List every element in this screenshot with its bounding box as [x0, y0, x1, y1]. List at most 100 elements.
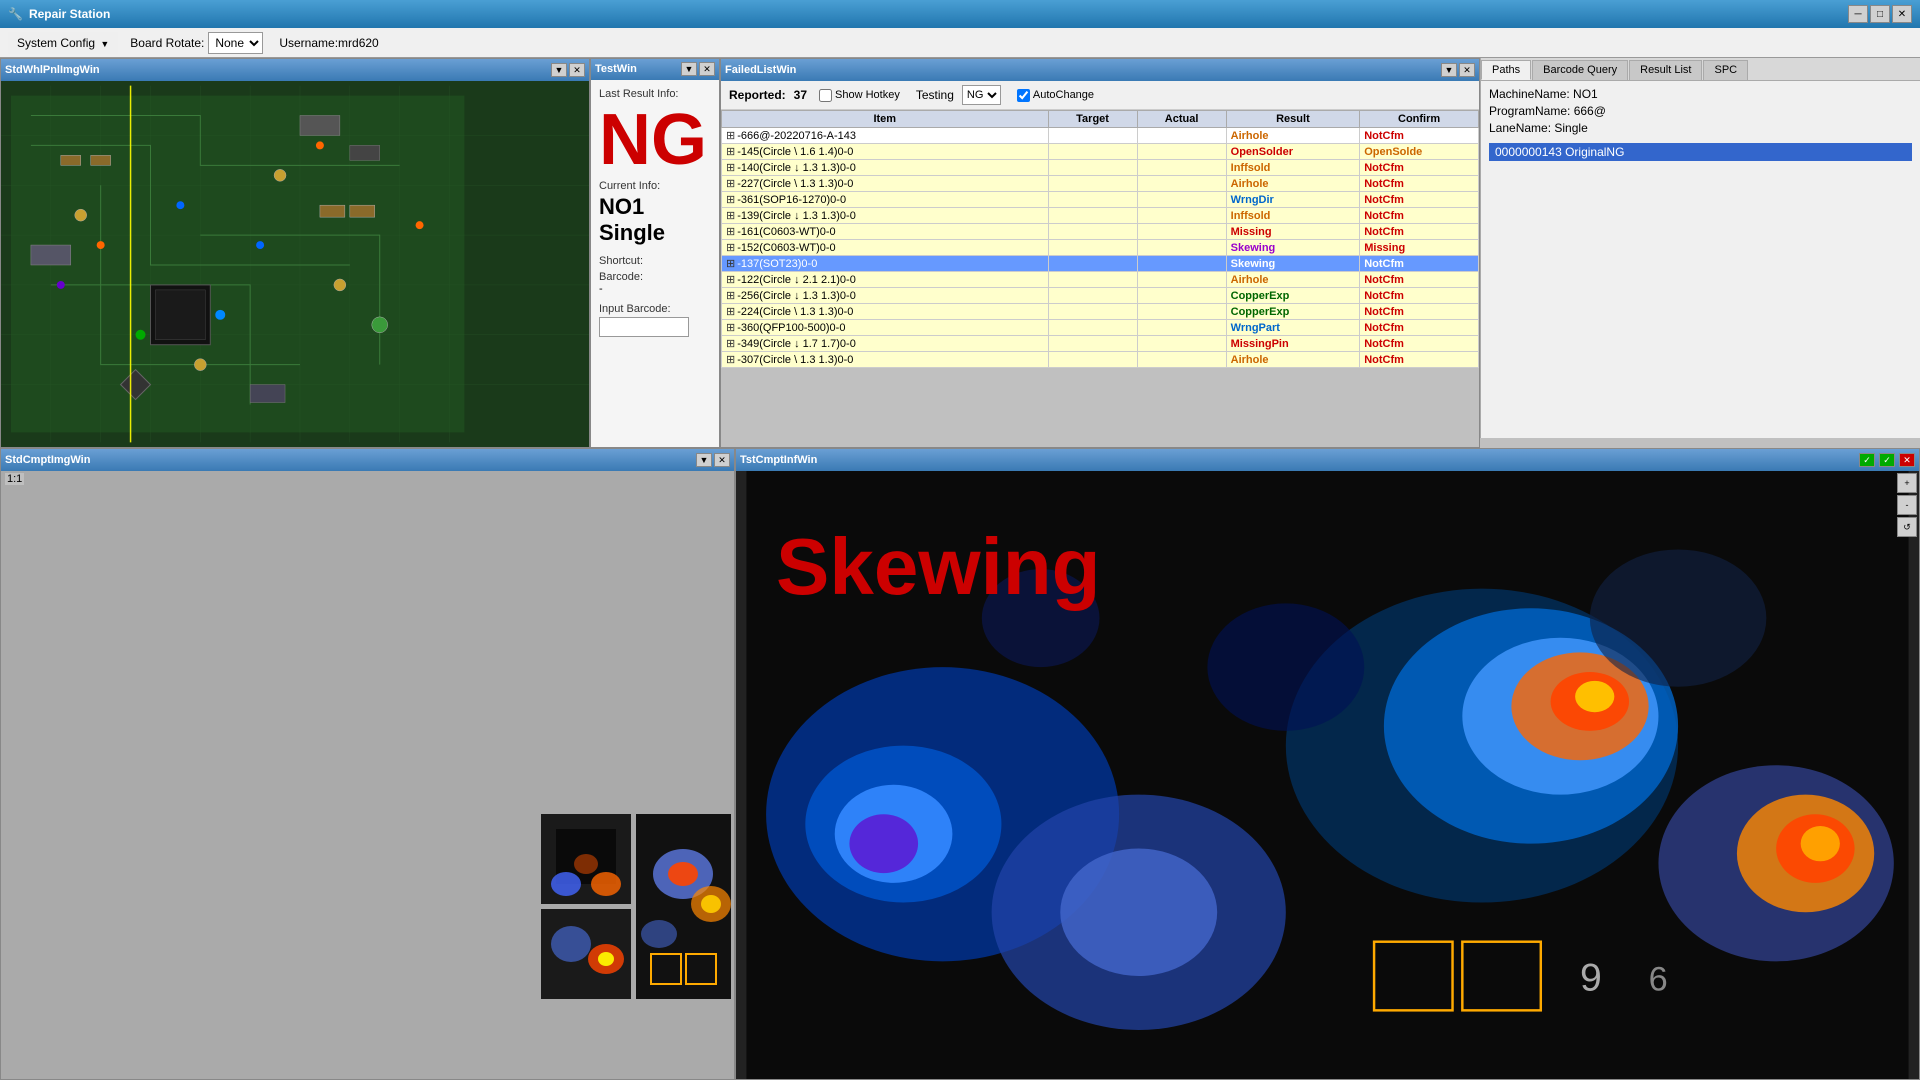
table-row[interactable]: ⊞-361(SOP16-1270)0-0 WrngDir NotCfm	[722, 192, 1479, 208]
table-row[interactable]: ⊞-349(Circle ↓ 1.7 1.7)0-0 MissingPin No…	[722, 336, 1479, 352]
show-hotkey-label[interactable]: Show Hotkey	[819, 89, 900, 102]
pcb-title-bar: StdWhlPnlImgWin ▼ ✕	[1, 59, 589, 81]
table-row[interactable]: ⊞-140(Circle ↓ 1.3 1.3)0-0 Inffsold NotC…	[722, 160, 1479, 176]
thermal-image-area[interactable]: 9 6 Skewing +	[736, 471, 1919, 1079]
row-result: CopperExp	[1226, 288, 1360, 304]
failed-table-body: ⊞-666@-20220716-A-143 Airhole NotCfm ⊞-1…	[722, 128, 1479, 368]
side-btn-2[interactable]: -	[1897, 495, 1917, 515]
table-row[interactable]: ⊞-227(Circle \ 1.3 1.3)0-0 Airhole NotCf…	[722, 176, 1479, 192]
table-row[interactable]: ⊞-152(C0603-WT)0-0 Skewing Missing	[722, 240, 1479, 256]
autochange-checkbox[interactable]	[1017, 89, 1030, 102]
autochange-label[interactable]: AutoChange	[1017, 89, 1094, 102]
row-item: ⊞-307(Circle \ 1.3 1.3)0-0	[722, 352, 1049, 368]
pcb-close[interactable]: ✕	[569, 63, 585, 77]
table-row[interactable]: ⊞-224(Circle \ 1.3 1.3)0-0 CopperExp Not…	[722, 304, 1479, 320]
failed-list-header: Reported: 37 Show Hotkey Testing NG OK A…	[721, 81, 1479, 110]
bottom-left-minimize[interactable]: ▼	[696, 453, 712, 467]
row-confirm: NotCfm	[1360, 192, 1479, 208]
table-row[interactable]: ⊞-139(Circle ↓ 1.3 1.3)0-0 Inffsold NotC…	[722, 208, 1479, 224]
tab-result-list[interactable]: Result List	[1629, 60, 1702, 80]
tab-barcode-query[interactable]: Barcode Query	[1532, 60, 1628, 80]
test-win-minimize[interactable]: ▼	[681, 62, 697, 76]
bottom-right-check2[interactable]: ✓	[1879, 453, 1895, 467]
menu-bar: System Config ▼ Board Rotate: None 90 18…	[0, 28, 1920, 58]
side-btn-3[interactable]: ↺	[1897, 517, 1917, 537]
bottom-left-close[interactable]: ✕	[714, 453, 730, 467]
thermal-svg: 9 6	[736, 471, 1919, 1079]
title-bar: 🔧 Repair Station ─ □ ✕	[0, 0, 1920, 28]
row-item: ⊞-361(SOP16-1270)0-0	[722, 192, 1049, 208]
bottom-left-title-bar: StdCmptImgWin ▼ ✕	[1, 449, 734, 471]
table-row[interactable]: ⊞-122(Circle ↓ 2.1 2.1)0-0 Airhole NotCf…	[722, 272, 1479, 288]
side-btn-1[interactable]: +	[1897, 473, 1917, 493]
current-info-label: Current Info:	[599, 180, 711, 192]
row-target	[1048, 352, 1137, 368]
pcb-content	[1, 81, 589, 447]
failed-list-close[interactable]: ✕	[1459, 63, 1475, 77]
failed-list-minimize[interactable]: ▼	[1441, 63, 1457, 77]
component-thumbnails	[541, 814, 731, 999]
row-confirm: OpenSolde	[1360, 144, 1479, 160]
table-row[interactable]: ⊞-161(C0603-WT)0-0 Missing NotCfm	[722, 224, 1479, 240]
test-win-close[interactable]: ✕	[699, 62, 715, 76]
pcb-image[interactable]	[1, 81, 589, 447]
bottom-right-controls: ✓ ✓ ✕	[1859, 453, 1915, 467]
table-row[interactable]: ⊞-360(QFP100-500)0-0 WrngPart NotCfm	[722, 320, 1479, 336]
row-target	[1048, 192, 1137, 208]
barcode-input[interactable]	[599, 317, 689, 337]
failed-list-controls: ▼ ✕	[1441, 63, 1475, 77]
program-name-line: ProgramName: 666@	[1489, 104, 1912, 118]
board-rotate-select[interactable]: None 90 180 270	[208, 32, 263, 54]
row-result: Skewing	[1226, 256, 1360, 272]
app-title: Repair Station	[29, 7, 110, 21]
result-list-item[interactable]: 0000000143 OriginalNG	[1489, 143, 1912, 161]
table-row[interactable]: ⊞-307(Circle \ 1.3 1.3)0-0 Airhole NotCf…	[722, 352, 1479, 368]
username-label: Username:mrd620	[279, 36, 378, 50]
reported-count: 37	[794, 88, 807, 102]
test-win-content: Last Result Info: NG Current Info: NO1 S…	[591, 80, 719, 447]
barcode-label: Barcode:	[599, 271, 711, 283]
last-result-label: Last Result Info:	[599, 88, 711, 100]
scale-label: 1:1	[5, 473, 24, 485]
table-row[interactable]: ⊞-137(SOT23)0-0 Skewing NotCfm	[722, 256, 1479, 272]
row-confirm: NotCfm	[1360, 160, 1479, 176]
row-confirm: NotCfm	[1360, 320, 1479, 336]
window-controls: ─ □ ✕	[1848, 5, 1912, 23]
row-result: CopperExp	[1226, 304, 1360, 320]
input-barcode-label: Input Barcode:	[599, 303, 711, 315]
failed-table-container[interactable]: Item Target Actual Result Confirm ⊞-666@…	[721, 110, 1479, 390]
table-row[interactable]: ⊞-666@-20220716-A-143 Airhole NotCfm	[722, 128, 1479, 144]
minimize-button[interactable]: ─	[1848, 5, 1868, 23]
failed-list-title-bar: FailedListWin ▼ ✕	[721, 59, 1479, 81]
testing-select[interactable]: NG OK	[962, 85, 1001, 105]
row-actual	[1137, 192, 1226, 208]
row-actual	[1137, 128, 1226, 144]
row-item: ⊞-256(Circle ↓ 1.3 1.3)0-0	[722, 288, 1049, 304]
row-actual	[1137, 352, 1226, 368]
pcb-minimize[interactable]: ▼	[551, 63, 567, 77]
row-target	[1048, 176, 1137, 192]
table-row[interactable]: ⊞-145(Circle \ 1.6 1.4)0-0 OpenSolder Op…	[722, 144, 1479, 160]
row-result: Skewing	[1226, 240, 1360, 256]
system-config-menu[interactable]: System Config ▼	[8, 32, 118, 54]
bottom-right-x[interactable]: ✕	[1899, 453, 1915, 467]
maximize-button[interactable]: □	[1870, 5, 1890, 23]
tab-spc[interactable]: SPC	[1703, 60, 1748, 80]
row-target	[1048, 272, 1137, 288]
bottom-right-check1[interactable]: ✓	[1859, 453, 1875, 467]
row-actual	[1137, 256, 1226, 272]
col-target: Target	[1048, 111, 1137, 128]
row-confirm: NotCfm	[1360, 256, 1479, 272]
show-hotkey-checkbox[interactable]	[819, 89, 832, 102]
col-confirm: Confirm	[1360, 111, 1479, 128]
pcb-controls: ▼ ✕	[551, 63, 585, 77]
close-button[interactable]: ✕	[1892, 5, 1912, 23]
tab-paths[interactable]: Paths	[1481, 60, 1531, 80]
ng-result-text: NG	[599, 104, 711, 176]
table-row[interactable]: ⊞-256(Circle ↓ 1.3 1.3)0-0 CopperExp Not…	[722, 288, 1479, 304]
col-result: Result	[1226, 111, 1360, 128]
barcode-value: -	[599, 283, 711, 295]
svg-text:6: 6	[1649, 961, 1668, 999]
col-actual: Actual	[1137, 111, 1226, 128]
row-item: ⊞-140(Circle ↓ 1.3 1.3)0-0	[722, 160, 1049, 176]
